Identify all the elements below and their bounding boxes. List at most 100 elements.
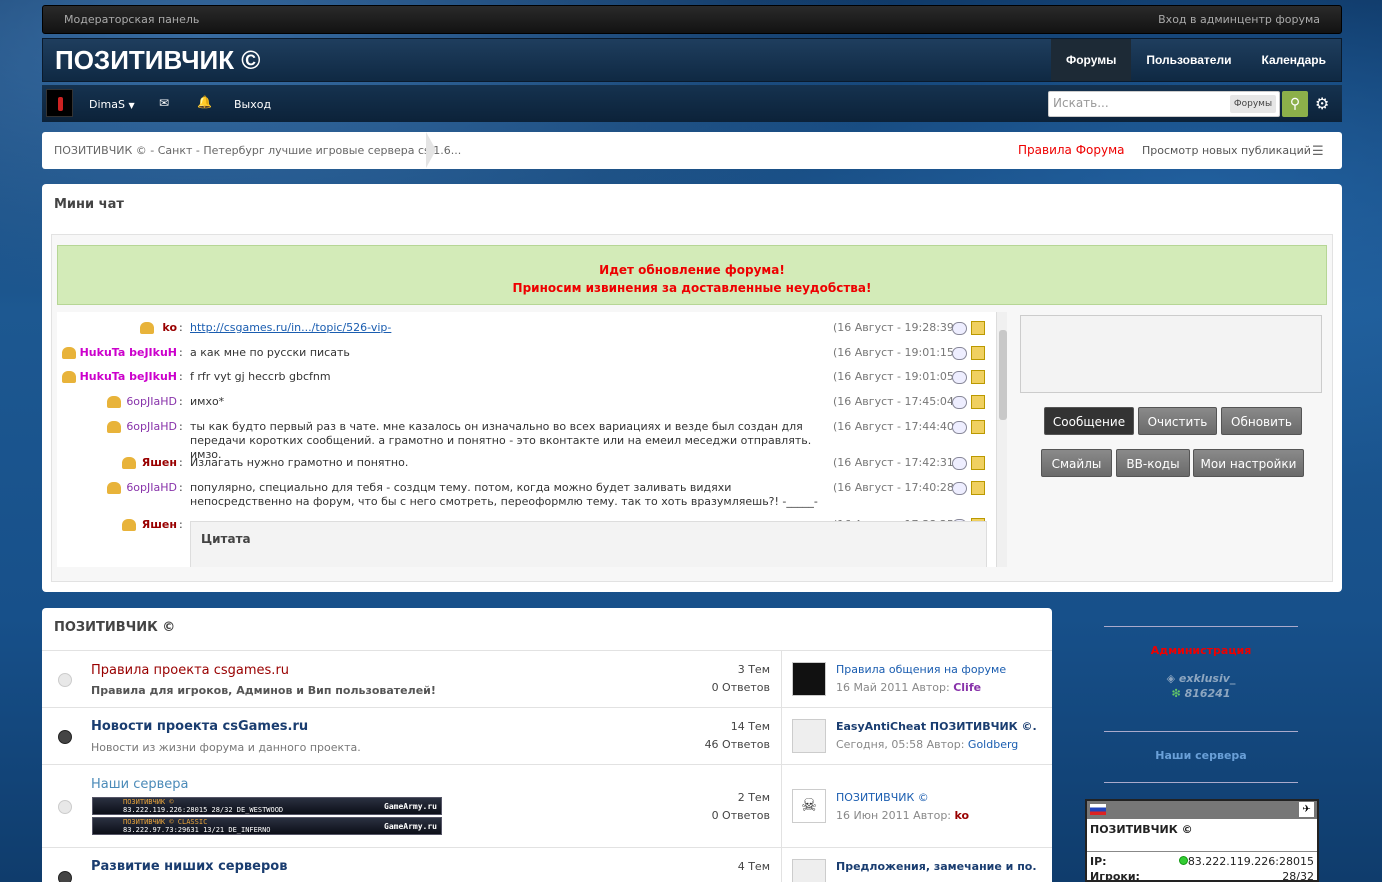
edit-icon[interactable]	[971, 321, 985, 335]
divider	[781, 651, 782, 708]
moderator-panel-link[interactable]: Модераторская панель	[64, 13, 199, 26]
smiles-button[interactable]: Смайлы	[1041, 449, 1112, 477]
nav-forums[interactable]: Форумы	[1050, 39, 1132, 81]
last-poster-avatar[interactable]	[792, 719, 826, 753]
message-time: (16 Август - 19:01:05 )	[833, 370, 962, 383]
quote-icon[interactable]	[952, 457, 967, 470]
site-logo[interactable]: ПОЗИТИВЧИК ©	[55, 45, 260, 76]
message-author[interactable]: 6opJIaHD	[57, 395, 177, 408]
server-banner[interactable]: ПОЗИТИВЧИК © CLASSIC 83.222.97.73:29631 1…	[92, 817, 442, 835]
last-post: EasyAntiCheat ПОЗИТИВЧИК ©... Сегодня, 05…	[836, 718, 1036, 754]
forum-rules-link[interactable]: Правила Форума	[1018, 143, 1125, 157]
forum-name[interactable]: Наши сервера	[91, 777, 189, 792]
logout-link[interactable]: Выход	[234, 98, 271, 111]
edit-icon[interactable]	[971, 370, 985, 384]
gear-icon[interactable]: ⚙	[1315, 94, 1329, 113]
message-author[interactable]: Яшен	[57, 456, 177, 469]
banner-brand: GameArmy.ru	[384, 822, 437, 831]
username-menu[interactable]: DimaS ▼	[89, 98, 135, 111]
edit-icon[interactable]	[971, 346, 985, 360]
bbcodes-button[interactable]: BB-коды	[1116, 449, 1190, 477]
forum-row: Правила проекта csgames.ru Правила для и…	[42, 650, 1052, 708]
quote-icon[interactable]	[952, 396, 967, 409]
notice-line-1: Идет обновление форума!	[599, 263, 785, 277]
forum-description: Правила для игроков, Админов и Вип польз…	[91, 684, 436, 697]
send-message-button[interactable]: Сообщение	[1044, 407, 1134, 435]
chat-scrollbar[interactable]	[996, 312, 1007, 567]
list-icon[interactable]: ☰	[1312, 144, 1324, 159]
breadcrumb-home[interactable]: ПОЗИТИВЧИК © - Санкт - Петербург лучшие …	[54, 144, 461, 157]
edit-icon[interactable]	[971, 420, 985, 434]
banner-server-info: 83.222.97.73:29631 13/21 DE_INFERNO	[123, 826, 271, 834]
forum-stats: 4 Тем	[738, 858, 770, 876]
nav-calendar[interactable]: Календарь	[1246, 39, 1341, 81]
last-post-author[interactable]: Goldberg	[968, 738, 1018, 751]
message-author[interactable]: 6opJIaHD	[57, 481, 177, 494]
last-poster-avatar[interactable]	[792, 662, 826, 696]
edit-icon[interactable]	[971, 395, 985, 409]
message-link[interactable]: http://csgames.ru/in.../topic/526-vip-	[190, 321, 830, 335]
clear-button[interactable]: Очистить	[1138, 407, 1217, 435]
message-author[interactable]: HukuTa beJIkuH	[57, 370, 177, 383]
divider	[1087, 851, 1317, 852]
chat-body: Идет обновление форума! Приносим извинен…	[51, 234, 1333, 582]
divider	[781, 848, 782, 882]
admin-user[interactable]: ◈ exklusiv_	[1104, 672, 1298, 685]
last-post-author[interactable]: Clife	[953, 681, 981, 694]
forum-name[interactable]: Развитие ниших серверов	[91, 859, 287, 874]
message-author[interactable]: ko	[57, 321, 177, 334]
reply-count: 0 Ответов	[711, 681, 770, 694]
mail-icon[interactable]: ✉	[159, 96, 169, 110]
last-post-title[interactable]: Правила общения на форуме	[836, 661, 1036, 679]
edit-icon[interactable]	[971, 456, 985, 470]
scrollbar-thumb[interactable]	[999, 330, 1007, 420]
our-servers-link[interactable]: Наши сервера	[1104, 749, 1298, 762]
last-post-title[interactable]: Предложения, замечание и по...	[836, 858, 1036, 876]
forum-name[interactable]: Правила проекта csgames.ru	[91, 663, 289, 678]
server-banner[interactable]: ПОЗИТИВЧИК © 83.222.119.226:28015 28/32 D…	[92, 797, 442, 815]
forum-name[interactable]: Новости проекта csGames.ru	[91, 719, 308, 734]
banner-server-info: 83.222.119.226:28015 28/32 DE_WESTWOOD	[123, 806, 284, 814]
message-author[interactable]: HukuTa beJIkuH	[57, 346, 177, 359]
quote-icon[interactable]	[952, 347, 967, 360]
refresh-button[interactable]: Обновить	[1221, 407, 1302, 435]
author-label: Автор:	[911, 681, 950, 694]
quote-icon[interactable]	[952, 371, 967, 384]
admin-center-link[interactable]: Вход в админцентр форума	[1158, 13, 1320, 26]
message-time: (16 Август - 17:45:04 )	[833, 395, 962, 408]
message-author[interactable]: 6opJIaHD	[57, 420, 177, 433]
quote-icon[interactable]	[952, 482, 967, 495]
message-time: (16 Август - 17:44:40 )	[833, 420, 962, 433]
message-time: (16 Август - 19:28:39 )	[833, 321, 962, 334]
last-post-author[interactable]: ko	[955, 809, 970, 822]
last-post: ПОЗИТИВЧИК © 16 Июн 2011 Автор: ko	[836, 789, 1036, 825]
quote-icon[interactable]	[952, 421, 967, 434]
new-posts-link[interactable]: Просмотр новых публикаций	[1142, 144, 1311, 157]
message-text: а как мне по русски писать	[190, 346, 350, 359]
breadcrumb: ПОЗИТИВЧИК © - Санкт - Петербург лучшие …	[42, 132, 1342, 169]
search-button[interactable]: ⚲	[1282, 91, 1308, 117]
chat-message-input[interactable]	[1020, 315, 1322, 393]
quote-icon[interactable]	[952, 322, 967, 335]
last-post-title[interactable]: ПОЗИТИВЧИК ©	[836, 789, 1036, 807]
last-post-title[interactable]: EasyAntiCheat ПОЗИТИВЧИК ©...	[836, 718, 1036, 736]
edit-icon[interactable]	[971, 481, 985, 495]
server-ip[interactable]: 83.222.119.226:28015	[1178, 855, 1314, 868]
message-author[interactable]: Яшен	[57, 518, 177, 531]
admin-id-line: ❇ 816241	[1104, 687, 1298, 700]
players-label: Игроки:	[1090, 870, 1140, 882]
last-poster-avatar[interactable]: ☠	[792, 789, 826, 823]
flower-icon: ❇	[1171, 687, 1181, 700]
read-status-icon	[58, 673, 72, 687]
forum-row: Наши сервера ПОЗИТИВЧИК © 83.222.119.226:…	[42, 764, 1052, 848]
last-poster-avatar[interactable]	[792, 859, 826, 882]
message-text: Излагать нужно грамотно и понятно.	[190, 456, 409, 469]
divider	[1104, 782, 1298, 783]
bell-icon[interactable]: 🔔	[197, 95, 212, 109]
my-settings-button[interactable]: Мои настройки	[1193, 449, 1304, 477]
server-monitor-widget[interactable]: ✈ ПОЗИТИВЧИК © IP: 83.222.119.226:28015 …	[1085, 799, 1319, 882]
nav-users[interactable]: Пользователи	[1131, 39, 1246, 81]
user-avatar[interactable]	[46, 89, 73, 117]
forum-stats: 14 Тем 46 Ответов	[705, 718, 770, 754]
search-scope-select[interactable]: Форумы	[1230, 95, 1276, 113]
